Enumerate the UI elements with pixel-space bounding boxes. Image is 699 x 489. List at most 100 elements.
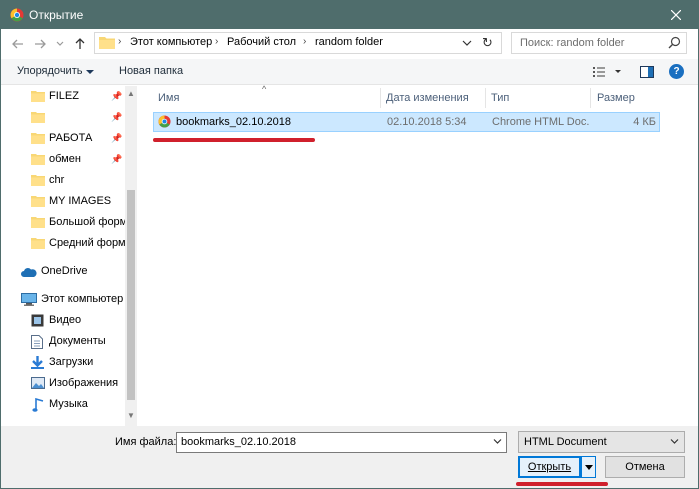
chevron-down-icon [670, 439, 679, 444]
sidebar-item-label: MY IMAGES [49, 195, 112, 207]
chevron-down-icon [56, 41, 64, 46]
chevron-down-icon[interactable]: ▼ [127, 411, 135, 420]
open-button-label: Открыть [527, 461, 572, 473]
preview-pane-icon[interactable] [640, 66, 654, 78]
chevron-down-icon[interactable] [493, 437, 502, 446]
chevron-down-icon [584, 464, 593, 470]
column-header-type[interactable]: Тип [491, 86, 509, 110]
file-name: bookmarks_02.10.2018 [176, 116, 291, 128]
pin-icon: 📌 [111, 133, 123, 143]
breadcrumb-separator: › [215, 36, 219, 47]
column-header-name[interactable]: Имя [158, 86, 179, 110]
sidebar-item-unnamed[interactable]: 📌 [1, 107, 125, 128]
filetype-select[interactable]: HTML Document [518, 431, 685, 453]
column-divider[interactable] [380, 88, 381, 108]
column-divider[interactable] [590, 88, 591, 108]
cloud-icon [21, 267, 37, 277]
address-row: › Этот компьютер › Рабочий стол › random… [1, 29, 698, 59]
sidebar-item-onedrive[interactable]: OneDrive [1, 261, 125, 282]
sidebar-item-pictures[interactable]: Изображения [1, 373, 125, 394]
sidebar-item-my-images[interactable]: MY IMAGES [1, 191, 125, 212]
up-button[interactable] [71, 35, 89, 53]
sidebar-item-obmen[interactable]: обмен 📌 [1, 149, 125, 170]
close-button[interactable] [654, 1, 698, 29]
arrow-right-icon [35, 39, 46, 49]
recent-locations-button[interactable] [51, 35, 69, 53]
organize-button[interactable]: Упорядочить [17, 65, 82, 77]
highlight-underline [153, 138, 315, 142]
chrome-icon [158, 115, 171, 128]
pin-icon: 📌 [111, 154, 123, 164]
folder-icon [31, 238, 45, 249]
refresh-icon[interactable]: ↻ [482, 35, 493, 51]
pictures-icon [31, 377, 45, 389]
sidebar-item-downloads[interactable]: Загрузки [1, 352, 125, 373]
computer-icon [21, 293, 37, 306]
breadcrumb-separator: › [303, 36, 307, 47]
file-list: ^ Имя Дата изменения Тип Размер bookmark… [138, 84, 698, 426]
column-divider[interactable] [485, 88, 486, 108]
command-bar: Упорядочить Новая папка ? [1, 59, 698, 85]
title-bar: Открытие [1, 1, 698, 29]
filename-input[interactable]: bookmarks_02.10.2018 [176, 432, 507, 453]
cancel-button-label: Отмена [625, 461, 665, 473]
open-file-dialog: Открытие › Этот компьютер › Рабочий стол… [0, 0, 699, 489]
column-header-modified[interactable]: Дата изменения [386, 86, 469, 110]
chevron-down-icon [86, 70, 94, 74]
cancel-button[interactable]: Отмена [605, 456, 685, 478]
file-type: Chrome HTML Doc... [492, 116, 590, 128]
chevron-up-icon[interactable]: ▲ [127, 89, 135, 98]
help-icon[interactable]: ? [669, 64, 684, 79]
bottom-panel: Имя файла: bookmarks_02.10.2018 HTML Doc… [1, 426, 698, 488]
sidebar-item-rabota[interactable]: РАБОТА 📌 [1, 128, 125, 149]
folder-icon [31, 175, 45, 186]
navigation-scrollbar[interactable]: ▲ ▼ [125, 86, 137, 426]
open-button[interactable]: Открыть [518, 456, 581, 478]
file-row[interactable]: bookmarks_02.10.2018 02.10.2018 5:34 Chr… [153, 112, 660, 132]
folder-icon [31, 154, 45, 165]
back-button[interactable] [9, 35, 27, 53]
folder-icon [31, 133, 45, 144]
forward-button[interactable] [31, 35, 49, 53]
highlight-underline [516, 482, 608, 486]
sidebar-item-video[interactable]: Видео [1, 310, 125, 331]
column-header-size[interactable]: Размер [597, 86, 635, 110]
breadcrumb-desktop[interactable]: Рабочий стол [227, 36, 296, 48]
file-modified: 02.10.2018 5:34 [387, 116, 467, 128]
arrow-left-icon [12, 39, 23, 49]
video-icon [31, 314, 44, 327]
sidebar-item-label: Документы [49, 335, 106, 347]
sidebar-item-large-format[interactable]: Большой форм [1, 212, 127, 233]
sidebar-item-label: FILEZ [49, 90, 79, 102]
sidebar-item-label: Видео [49, 314, 82, 326]
sidebar-item-documents[interactable]: Документы [1, 331, 125, 352]
pin-icon: 📌 [111, 112, 123, 122]
sidebar-item-label: OneDrive [41, 265, 88, 277]
sidebar-item-label: Музыка [49, 398, 88, 410]
breadcrumb-random-folder[interactable]: random folder [315, 36, 383, 48]
sidebar-item-label: Средний форма [49, 237, 132, 249]
new-folder-button[interactable]: Новая папка [119, 65, 183, 77]
folder-icon [99, 37, 115, 49]
search-placeholder: Поиск: random folder [520, 37, 625, 49]
folder-icon [31, 91, 45, 102]
download-icon [31, 356, 44, 369]
pin-icon: 📌 [111, 91, 123, 101]
chrome-icon [10, 8, 24, 22]
view-options-icon[interactable] [593, 67, 623, 77]
sidebar-item-chr[interactable]: chr [1, 170, 125, 191]
open-options-button[interactable] [581, 456, 596, 478]
scrollbar-thumb[interactable] [127, 190, 135, 400]
sidebar-item-medium-format[interactable]: Средний форма [1, 233, 132, 254]
address-bar[interactable]: › Этот компьютер › Рабочий стол › random… [94, 32, 502, 54]
sidebar-item-filez[interactable]: FILEZ 📌 [1, 86, 125, 107]
sidebar-item-this-pc[interactable]: Этот компьютер [1, 289, 125, 310]
chevron-down-icon[interactable] [462, 37, 472, 49]
sidebar-item-music[interactable]: Музыка [1, 394, 125, 415]
filetype-value: HTML Document [524, 436, 607, 448]
music-icon [32, 398, 44, 412]
file-size: 4 КБ [633, 116, 656, 128]
breadcrumb-this-pc[interactable]: Этот компьютер [130, 36, 212, 48]
folder-icon [31, 196, 45, 207]
search-input[interactable]: Поиск: random folder [511, 32, 687, 54]
